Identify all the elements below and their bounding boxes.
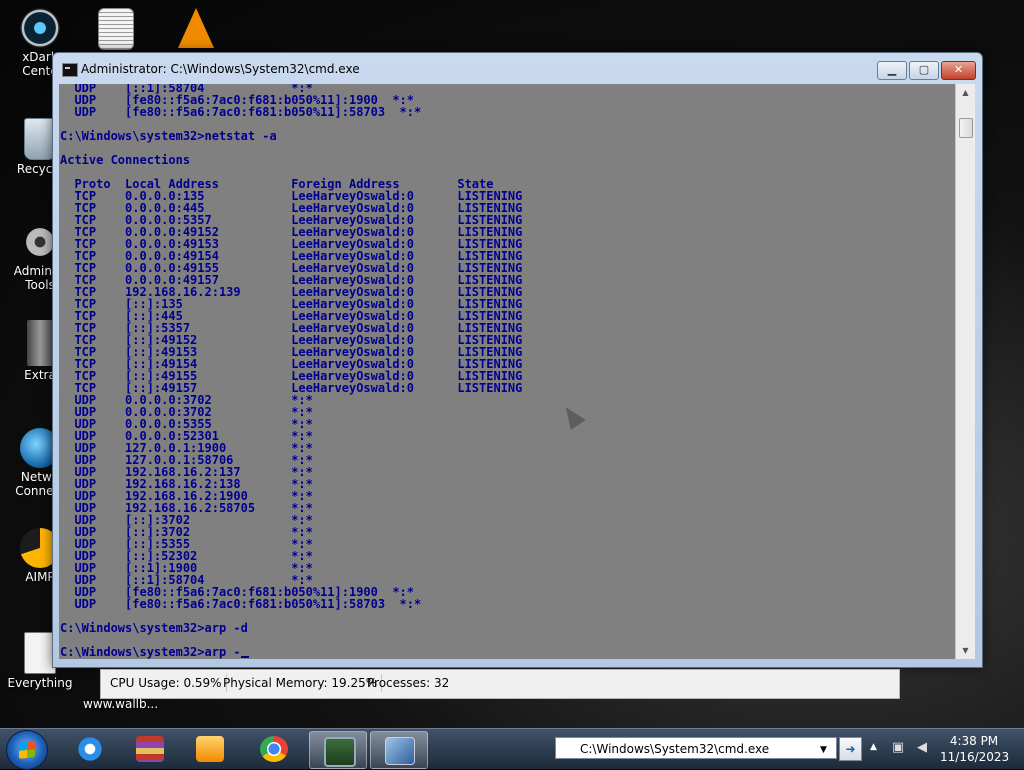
console-text: UDP [::1]:58704 *:* UDP [fe80::f5a6:7ac0…	[60, 84, 522, 658]
scroll-thumb[interactable]	[959, 118, 973, 138]
console-line: C:\Windows\system32>arp -d	[60, 621, 248, 635]
text-cursor	[240, 656, 249, 658]
taskbar-cmd[interactable]	[370, 731, 428, 769]
console-icon	[62, 63, 78, 77]
vlc-icon	[178, 8, 214, 48]
window-title: Administrator: C:\Windows\System32\cmd.e…	[81, 62, 360, 76]
process-count: Processes: 32	[367, 676, 450, 690]
desktop-icon-document[interactable]	[76, 8, 156, 52]
taskbar-chrome[interactable]	[246, 731, 302, 767]
cpu-usage: CPU Usage: 0.59%	[106, 674, 227, 692]
taskbar-archive[interactable]	[122, 731, 178, 767]
maximize-button[interactable]: ▢	[909, 61, 939, 80]
cmd-window[interactable]: Administrator: C:\Windows\System32\cmd.e…	[52, 52, 983, 668]
wallpaper-url: www.wallb...	[83, 697, 159, 711]
console-line: C:\Windows\system32>netstat -a	[60, 129, 277, 143]
volume-muted-icon[interactable]: ◀	[913, 739, 931, 757]
scroll-up-icon[interactable]: ▲	[956, 84, 975, 101]
media-player-icon	[196, 736, 224, 762]
window-titlebar[interactable]: Administrator: C:\Windows\System32\cmd.e…	[53, 53, 982, 85]
clock-date: 11/16/2023	[940, 750, 1010, 764]
vertical-scrollbar[interactable]: ▲ ▼	[955, 84, 975, 659]
go-button[interactable]: ➜	[839, 737, 862, 761]
chevron-down-icon[interactable]: ▼	[820, 745, 827, 755]
scroll-down-icon[interactable]: ▼	[956, 642, 975, 659]
desktop-icon-vlc[interactable]	[156, 8, 236, 50]
windows-logo-icon	[19, 741, 35, 759]
xdark-icon	[20, 8, 60, 48]
system-monitor-bar: CPU Usage: 0.59% Physical Memory: 19.25%…	[100, 669, 900, 699]
clock-time: 4:38 PM	[949, 734, 999, 748]
taskbar: C:\Windows\System32\cmd.exe ▼ ➜ ▲ ▣ ◀ 4:…	[0, 728, 1024, 770]
show-hidden-icons-icon[interactable]: ▲	[870, 742, 877, 752]
close-button[interactable]: ✕	[941, 61, 976, 80]
document-icon	[98, 8, 134, 50]
taskbar-task-manager[interactable]	[309, 731, 367, 769]
internet-explorer-icon	[76, 736, 104, 762]
console-output[interactable]: UDP [::1]:58704 *:* UDP [fe80::f5a6:7ac0…	[59, 84, 955, 659]
console-line: Active Connections	[60, 153, 191, 167]
taskbar-clock[interactable]: 4:38 PM 11/16/2023	[940, 733, 1010, 765]
taskbar-ie[interactable]	[62, 731, 118, 767]
physical-memory: Physical Memory: 19.25%	[219, 674, 383, 692]
command-prompt-icon	[385, 737, 415, 765]
archive-icon	[136, 736, 164, 762]
console-line: UDP [fe80::f5a6:7ac0:f681:b050%11]:58703…	[60, 105, 422, 119]
start-button[interactable]	[6, 730, 48, 770]
folder-icon	[27, 320, 53, 366]
minimize-button[interactable]: ▁	[877, 61, 907, 80]
chrome-icon	[260, 736, 288, 762]
task-manager-icon	[324, 737, 356, 767]
address-toolbar-input[interactable]: C:\Windows\System32\cmd.exe	[555, 737, 837, 759]
network-tray-icon[interactable]: ▣	[889, 739, 907, 757]
console-line: UDP [fe80::f5a6:7ac0:f681:b050%11]:58703…	[60, 597, 422, 611]
console-line: C:\Windows\system32>arp -	[60, 646, 522, 658]
taskbar-media-player[interactable]	[182, 731, 238, 767]
